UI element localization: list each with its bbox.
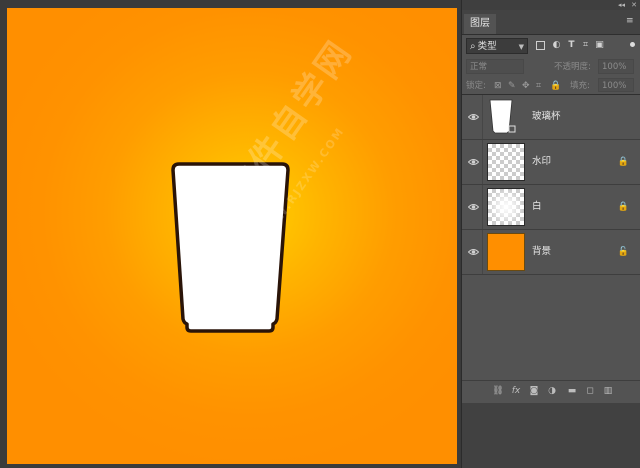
close-icon[interactable]: ✕ (631, 0, 637, 10)
document-window: 软件自学网 WWW.RJZXW.COM (0, 0, 460, 468)
layer-list: 玻璃杯 水印 🔒 白 🔒 背景 🔓 (462, 95, 640, 275)
layers-bottom-toolbar: ⛓ fx ◙ ◑ ▬ ◻ ▥ (462, 380, 640, 403)
fx-icon[interactable]: fx (510, 385, 522, 397)
link-layers-icon[interactable]: ⛓ (492, 385, 504, 397)
panel-menu-icon[interactable]: ≡ (626, 16, 636, 26)
blend-mode-select[interactable]: 正常 (466, 59, 524, 74)
fill-input[interactable]: 100% (598, 78, 634, 92)
layer-thumbnail (487, 98, 525, 136)
lock-transparent-icon[interactable]: ⊠ (494, 79, 502, 93)
lock-move-icon[interactable]: ✥ (522, 79, 530, 93)
folder-icon[interactable]: ▬ (566, 385, 578, 397)
lock-row: 锁定: ⊠ ✎ ✥ ⌗ 🔒 填充: 100% (462, 78, 640, 95)
adjustment-layer-icon[interactable]: ◑ (546, 385, 558, 397)
layer-filter-row: ⌕ 类型 ▼ ◐ T ⌗ ▣ (462, 36, 640, 56)
blend-row: 正常 不透明度: 100% (462, 58, 640, 76)
adjustment-filter-icon[interactable]: ◐ (551, 40, 562, 51)
lock-brush-icon[interactable]: ✎ (508, 79, 516, 93)
fill-label: 填充: (570, 81, 590, 91)
eye-icon[interactable] (468, 112, 479, 122)
opacity-input[interactable]: 100% (598, 59, 634, 74)
layer-thumbnail (487, 233, 525, 271)
glass-cup-shape (171, 162, 290, 333)
cup-thumbnail-icon (489, 99, 516, 134)
panel-tabbar: 图层 ≡ (462, 10, 640, 35)
filter-kind-label: 类型 (477, 41, 497, 52)
lock-artboard-icon[interactable]: ⌗ (536, 79, 541, 93)
eye-icon[interactable] (468, 202, 479, 212)
divider (482, 230, 483, 274)
opacity-label: 不透明度: (554, 62, 591, 72)
layers-panel: ◂◂ ✕ 图层 ≡ ⌕ 类型 ▼ ◐ T ⌗ ▣ 正常 不透明度: 100% 锁定… (461, 0, 640, 468)
layer-row[interactable]: 白 🔒 (462, 185, 640, 230)
collapse-icon[interactable]: ◂◂ (618, 0, 625, 10)
layer-name[interactable]: 玻璃杯 (532, 110, 561, 124)
unlock-icon[interactable]: 🔓 (618, 245, 629, 259)
smart-object-filter-icon[interactable]: ▣ (594, 40, 605, 51)
panel-empty-area (462, 403, 640, 468)
layer-row[interactable]: 水印 🔒 (462, 140, 640, 185)
lock-all-icon[interactable]: 🔒 (550, 79, 561, 93)
filter-kind-select[interactable]: ⌕ 类型 ▼ (466, 38, 528, 54)
lock-icon[interactable]: 🔒 (618, 200, 629, 214)
divider (482, 140, 483, 184)
layer-row[interactable]: 玻璃杯 (462, 95, 640, 140)
filter-toggle-icon[interactable] (630, 42, 635, 47)
type-filter-icon[interactable]: T (566, 40, 577, 51)
search-icon: ⌕ (470, 41, 476, 52)
tab-layers[interactable]: 图层 (464, 14, 496, 34)
layer-thumbnail (487, 143, 525, 181)
add-mask-icon[interactable]: ◙ (528, 385, 540, 397)
shape-filter-icon[interactable]: ⌗ (580, 40, 591, 51)
new-layer-icon[interactable]: ◻ (584, 385, 596, 397)
trash-icon[interactable]: ▥ (602, 385, 614, 397)
layer-name[interactable]: 白 (532, 200, 542, 214)
document-canvas[interactable]: 软件自学网 WWW.RJZXW.COM (7, 8, 457, 464)
panel-dock-bar: ◂◂ ✕ (462, 0, 640, 10)
divider (482, 185, 483, 229)
layer-row[interactable]: 背景 🔓 (462, 230, 640, 275)
eye-icon[interactable] (468, 247, 479, 257)
pixel-filter-icon[interactable] (536, 41, 545, 50)
layer-name[interactable]: 背景 (532, 245, 551, 259)
layer-thumbnail (487, 188, 525, 226)
lock-label: 锁定: (466, 81, 486, 91)
eye-icon[interactable] (468, 157, 479, 167)
divider (482, 95, 483, 139)
lock-icon[interactable]: 🔒 (618, 155, 629, 169)
layer-name[interactable]: 水印 (532, 155, 551, 169)
chevron-down-icon: ▼ (518, 43, 524, 51)
